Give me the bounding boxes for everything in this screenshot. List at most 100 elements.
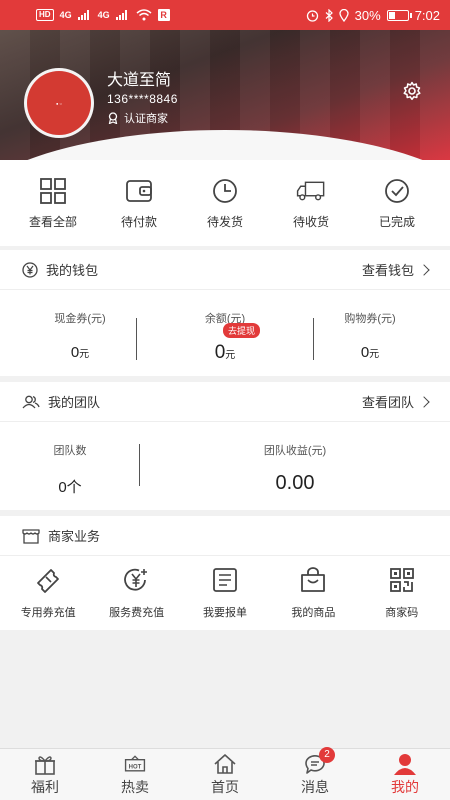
shopping-coupon-value: 0 [360, 344, 370, 361]
ticket-icon [37, 569, 60, 593]
business-title: 商家业务 [48, 529, 101, 544]
my-products-button[interactable]: 我的商品 [271, 566, 355, 620]
grid-icon [40, 177, 66, 204]
cash-coupon-value: 0 [70, 344, 80, 361]
user-icon [394, 753, 416, 775]
store-icon [22, 528, 40, 544]
order-shortcuts: 查看全部 待付款 待发货 待收货 已完成 [0, 160, 450, 246]
nav-hot-sale-label: 热卖 [121, 778, 149, 795]
network-label: 4G [59, 10, 72, 20]
check-circle-icon [385, 178, 409, 203]
battery-percent: 30% [354, 7, 381, 23]
app-notification-icon: R [157, 9, 170, 21]
order-completed-button[interactable]: 已完成 [357, 177, 437, 230]
view-team-link[interactable]: 查看团队 [362, 392, 430, 411]
yuan-circle-icon [22, 261, 38, 278]
avatar-image: ● ○ [27, 71, 91, 135]
wallet-divider-1 [136, 318, 137, 360]
certified-icon [108, 112, 118, 124]
business-header: 商家业务 [0, 516, 450, 556]
business-grid: 专用券充值 服务费充值 我要报单 我的商品 商家码 [0, 556, 450, 630]
team-header: 我的团队 查看团队 [0, 382, 450, 422]
wallet-divider-2 [313, 318, 314, 360]
nav-welfare-label: 福利 [31, 778, 59, 795]
order-to-receive-button[interactable]: 待收货 [271, 177, 351, 230]
team-users-icon [22, 395, 40, 408]
team-count-label: 团队数 [53, 445, 87, 457]
hot-icon-text: HOT [129, 764, 142, 770]
nav-hot-sale[interactable]: HOT 热卖 [105, 753, 165, 797]
wifi-icon [136, 9, 152, 21]
bluetooth-icon [325, 8, 333, 22]
order-unpaid-button[interactable]: 待付款 [99, 177, 179, 230]
avatar[interactable]: ● ○ [24, 68, 94, 138]
team-title: 我的团队 [48, 395, 101, 410]
user-phone: 136****8846 [107, 92, 178, 106]
submit-order-button[interactable]: 我要报单 [183, 566, 267, 620]
merchant-code-label: 商家码 [385, 607, 419, 619]
cash-coupon-unit: 元 [79, 349, 90, 360]
business-title-group: 商家业务 [22, 526, 100, 545]
wallet-title-group: 我的钱包 [22, 260, 98, 279]
status-right: 30% 7:02 [306, 8, 440, 23]
settings-gear-icon[interactable] [402, 81, 422, 101]
view-wallet-label: 查看钱包 [361, 263, 414, 278]
shopping-coupon-value-wrap: 0元 [330, 344, 410, 361]
cash-coupon[interactable]: 现金券(元) 0元 [40, 310, 120, 361]
merchant-badge-label: 认证商家 [124, 113, 168, 125]
team-income-label: 团队收益(元) [263, 445, 327, 457]
wallet-title: 我的钱包 [46, 263, 99, 278]
gift-icon [35, 755, 55, 775]
nav-home[interactable]: 首页 [195, 753, 255, 797]
yuan-plus-icon [123, 568, 147, 591]
profile-header: ● ○ 大道至简 136****8846 认证商家 [0, 30, 450, 160]
team-title-group: 我的团队 [22, 392, 100, 411]
nav-welfare[interactable]: 福利 [15, 753, 75, 797]
order-all-label: 查看全部 [28, 214, 77, 229]
order-to-receive-label: 待收货 [292, 214, 329, 229]
chevron-right-icon [418, 395, 430, 408]
team-income[interactable]: 团队收益(元) 0.00 [235, 442, 355, 495]
balance-value: 0 [214, 342, 226, 363]
nav-mine-label: 我的 [391, 778, 419, 795]
wallet-body: 现金券(元) 0元 余额(元) 0元 去提现 购物券(元) 0元 [0, 290, 450, 376]
order-to-ship-label: 待发货 [206, 214, 243, 229]
merchant-badge: 认证商家 [107, 110, 168, 126]
team-divider [139, 444, 140, 486]
coupon-recharge-button[interactable]: 专用券充值 [6, 566, 90, 620]
alarm-icon [306, 9, 318, 22]
order-all-button[interactable]: 查看全部 [13, 177, 93, 230]
message-badge: 2 [319, 746, 335, 763]
my-products-label: 我的商品 [291, 607, 336, 619]
truck-icon [296, 181, 325, 200]
clock-icon [213, 178, 237, 203]
coupon-recharge-label: 专用券充值 [20, 607, 76, 619]
team-body: 团队数 0个 团队收益(元) 0.00 [0, 422, 450, 510]
qr-code-icon [389, 568, 414, 592]
hd-indicator: HD [36, 9, 54, 21]
balance-unit: 元 [225, 350, 236, 361]
withdraw-button[interactable]: 去提现 [223, 323, 261, 338]
service-fee-recharge-button[interactable]: 服务费充值 [95, 566, 179, 620]
wallet-icon [126, 179, 152, 202]
network-label-2: 4G [97, 10, 110, 20]
shopping-coupon-unit: 元 [369, 349, 380, 360]
nav-messages-label: 消息 [301, 778, 329, 795]
team-income-value: 0.00 [275, 472, 315, 494]
clock-time: 7:02 [414, 7, 440, 23]
status-left: HD 4G 4G R [36, 9, 170, 21]
bag-icon [301, 567, 326, 592]
nav-messages[interactable]: 2 消息 [285, 746, 345, 797]
cash-coupon-label: 现金券(元) [54, 313, 106, 325]
shopping-coupon[interactable]: 购物券(元) 0元 [330, 310, 410, 361]
nav-mine[interactable]: 我的 [375, 753, 435, 797]
order-unpaid-label: 待付款 [120, 214, 157, 229]
bottom-navigation: 福利 HOT 热卖 首页 2 消息 我的 [0, 746, 450, 800]
merchant-code-button[interactable]: 商家码 [360, 566, 444, 620]
team-count[interactable]: 团队数 0个 [30, 442, 110, 497]
view-wallet-link[interactable]: 查看钱包 [361, 260, 430, 279]
business-body: 专用券充值 服务费充值 我要报单 我的商品 商家码 [0, 556, 450, 630]
status-bar: HD 4G 4G R 30% 7:02 [0, 0, 450, 30]
location-icon [339, 8, 349, 22]
order-to-ship-button[interactable]: 待发货 [185, 177, 265, 230]
